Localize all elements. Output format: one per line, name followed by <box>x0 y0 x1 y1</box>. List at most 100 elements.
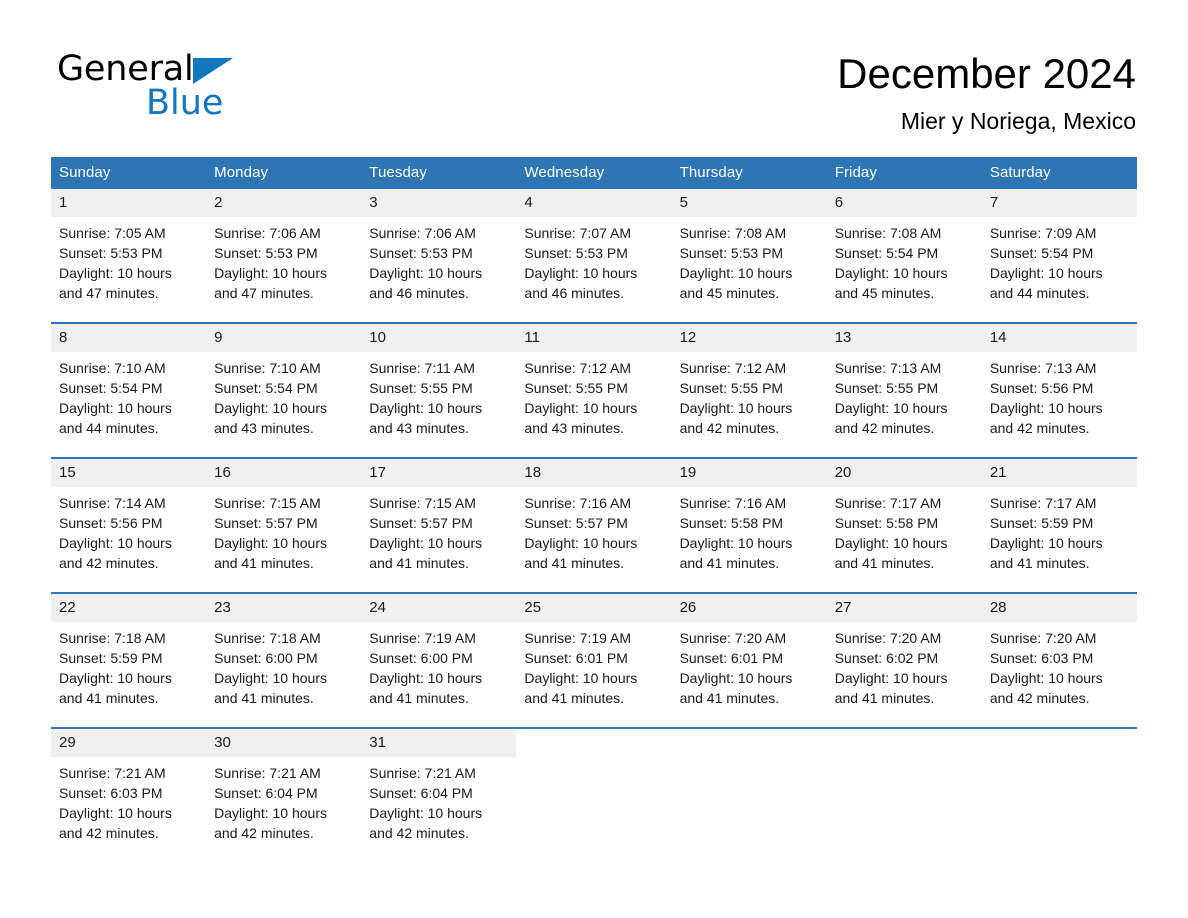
daylight-text-line1: Daylight: 10 hours <box>679 670 793 686</box>
sunrise-text: Sunrise: 7:13 AM <box>834 360 942 376</box>
day-info: Sunrise: 7:06 AM Sunset: 5:53 PM Daylight:… <box>361 217 516 303</box>
daylight-text-line1: Daylight: 10 hours <box>524 400 638 416</box>
calendar-day-cell[interactable]: 31 Sunrise: 7:21 AM Sunset: 6:04 PM Dayligh… <box>361 727 517 862</box>
day-number: 22 <box>51 594 207 622</box>
day-number: 19 <box>671 459 827 487</box>
daylight-text-line1: Daylight: 10 hours <box>834 670 948 686</box>
daylight-text-line2: and 46 minutes. <box>524 285 625 301</box>
daylight-text-line1: Daylight: 10 hours <box>369 805 483 821</box>
day-number: 31 <box>361 729 517 757</box>
daylight-text-line2: and 42 minutes. <box>834 420 935 436</box>
daylight-text-line2: and 44 minutes. <box>59 420 159 436</box>
daylight-text-line1: Daylight: 10 hours <box>214 670 327 686</box>
sunset-text: Sunset: 5:57 PM <box>524 515 628 531</box>
day-info: Sunrise: 7:18 AM Sunset: 6:00 PM Daylight:… <box>206 622 361 708</box>
calendar-day-cell[interactable]: 17 Sunrise: 7:15 AM Sunset: 5:57 PM Dayligh… <box>361 457 517 593</box>
sunrise-text: Sunrise: 7:21 AM <box>59 765 166 781</box>
day-number: 28 <box>981 594 1137 622</box>
daylight-text-line1: Daylight: 10 hours <box>989 400 1103 416</box>
calendar-day-cell[interactable]: 14 Sunrise: 7:13 AM Sunset: 5:56 PM Dayligh… <box>981 322 1137 458</box>
calendar-day-cell[interactable]: 9 Sunrise: 7:10 AM Sunset: 5:54 PM Daylight… <box>206 322 362 458</box>
calendar-day-cell[interactable]: 23 Sunrise: 7:18 AM Sunset: 6:00 PM Dayligh… <box>206 592 362 728</box>
weekday-header-tuesday: Tuesday <box>361 157 517 189</box>
daylight-text-line2: and 41 minutes. <box>59 690 159 706</box>
calendar-day-cell[interactable]: 30 Sunrise: 7:21 AM Sunset: 6:04 PM Dayligh… <box>206 727 362 862</box>
sunset-text: Sunset: 5:53 PM <box>59 245 163 261</box>
daylight-text-line2: and 41 minutes. <box>524 555 625 571</box>
calendar-day-cell[interactable]: 19 Sunrise: 7:16 AM Sunset: 5:58 PM Dayligh… <box>671 457 827 593</box>
sunrise-text: Sunrise: 7:17 AM <box>989 495 1097 511</box>
day-number <box>671 729 827 757</box>
calendar-day-cell[interactable]: 26 Sunrise: 7:20 AM Sunset: 6:01 PM Dayligh… <box>671 592 827 728</box>
title-block: December 2024 Mier y Noriega, Mexico <box>837 48 1136 136</box>
daylight-text-line2: and 42 minutes. <box>369 825 469 841</box>
day-info: Sunrise: 7:08 AM Sunset: 5:54 PM Daylight:… <box>827 217 982 303</box>
sunrise-text: Sunrise: 7:05 AM <box>59 225 166 241</box>
daylight-text-line2: and 41 minutes. <box>524 690 625 706</box>
sunset-text: Sunset: 5:54 PM <box>59 380 163 396</box>
day-info: Sunrise: 7:13 AM Sunset: 5:56 PM Daylight:… <box>982 352 1137 438</box>
calendar-day-cell[interactable]: 20 Sunrise: 7:17 AM Sunset: 5:58 PM Dayligh… <box>826 457 982 593</box>
calendar-day-cell[interactable]: 11 Sunrise: 7:12 AM Sunset: 5:55 PM Dayligh… <box>516 322 672 458</box>
day-number: 3 <box>361 189 517 217</box>
calendar-day-cell[interactable]: 1 Sunrise: 7:05 AM Sunset: 5:53 PM Daylight… <box>51 189 207 323</box>
calendar-day-cell[interactable]: 25 Sunrise: 7:19 AM Sunset: 6:01 PM Dayligh… <box>516 592 672 728</box>
logo-text-blue: Blue <box>146 83 224 123</box>
daylight-text-line1: Daylight: 10 hours <box>214 805 327 821</box>
calendar-day-cell[interactable]: 29 Sunrise: 7:21 AM Sunset: 6:03 PM Dayligh… <box>51 727 207 862</box>
calendar-day-cell[interactable]: 7 Sunrise: 7:09 AM Sunset: 5:54 PM Daylight… <box>981 189 1137 323</box>
sunset-text: Sunset: 6:03 PM <box>989 650 1094 666</box>
day-info: Sunrise: 7:08 AM Sunset: 5:53 PM Daylight:… <box>672 217 827 303</box>
day-number: 21 <box>981 459 1137 487</box>
sunset-text: Sunset: 5:59 PM <box>989 515 1094 531</box>
sunrise-text: Sunrise: 7:13 AM <box>989 360 1097 376</box>
day-info: Sunrise: 7:09 AM Sunset: 5:54 PM Daylight:… <box>982 217 1137 303</box>
calendar-day-cell[interactable]: 3 Sunrise: 7:06 AM Sunset: 5:53 PM Daylight… <box>361 189 517 323</box>
calendar-header-row: Sunday Monday Tuesday Wednesday Thursday… <box>51 157 1137 189</box>
sunrise-text: Sunrise: 7:16 AM <box>679 495 787 511</box>
day-info: Sunrise: 7:19 AM Sunset: 6:00 PM Daylight:… <box>361 622 516 708</box>
calendar-day-cell[interactable]: 10 Sunrise: 7:11 AM Sunset: 5:55 PM Dayligh… <box>361 322 517 458</box>
daylight-text-line2: and 43 minutes. <box>214 420 314 436</box>
day-number <box>826 729 982 757</box>
general-blue-logo[interactable]: General Blue <box>57 52 317 124</box>
daylight-text-line2: and 41 minutes. <box>679 690 780 706</box>
sunset-text: Sunset: 5:59 PM <box>59 650 163 666</box>
day-number: 30 <box>206 729 362 757</box>
daylight-text-line1: Daylight: 10 hours <box>989 535 1103 551</box>
calendar-day-cell[interactable]: 4 Sunrise: 7:07 AM Sunset: 5:53 PM Daylight… <box>516 189 672 323</box>
sunrise-text: Sunrise: 7:06 AM <box>214 225 321 241</box>
day-info: Sunrise: 7:13 AM Sunset: 5:55 PM Daylight:… <box>827 352 982 438</box>
day-info: Sunrise: 7:07 AM Sunset: 5:53 PM Daylight:… <box>516 217 671 303</box>
calendar-day-cell[interactable]: 22 Sunrise: 7:18 AM Sunset: 5:59 PM Dayligh… <box>51 592 207 728</box>
day-info: Sunrise: 7:19 AM Sunset: 6:01 PM Daylight:… <box>516 622 671 708</box>
sunrise-text: Sunrise: 7:08 AM <box>679 225 787 241</box>
day-number: 27 <box>826 594 982 622</box>
calendar-day-cell[interactable]: 12 Sunrise: 7:12 AM Sunset: 5:55 PM Dayligh… <box>671 322 827 458</box>
calendar-day-cell[interactable]: 28 Sunrise: 7:20 AM Sunset: 6:03 PM Dayligh… <box>981 592 1137 728</box>
sunset-text: Sunset: 5:55 PM <box>834 380 939 396</box>
location-subtitle: Mier y Noriega, Mexico <box>900 108 1136 134</box>
calendar-day-cell[interactable]: 6 Sunrise: 7:08 AM Sunset: 5:54 PM Daylight… <box>826 189 982 323</box>
day-number: 16 <box>206 459 362 487</box>
calendar-day-cell[interactable]: 15 Sunrise: 7:14 AM Sunset: 5:56 PM Dayligh… <box>51 457 207 593</box>
daylight-text-line1: Daylight: 10 hours <box>989 265 1103 281</box>
day-info: Sunrise: 7:12 AM Sunset: 5:55 PM Daylight:… <box>672 352 827 438</box>
calendar-day-cell[interactable]: 16 Sunrise: 7:15 AM Sunset: 5:57 PM Dayligh… <box>206 457 362 593</box>
calendar-day-cell[interactable]: 27 Sunrise: 7:20 AM Sunset: 6:02 PM Dayligh… <box>826 592 982 728</box>
daylight-text-line1: Daylight: 10 hours <box>59 265 172 281</box>
calendar-day-cell[interactable]: 8 Sunrise: 7:10 AM Sunset: 5:54 PM Daylight… <box>51 322 207 458</box>
daylight-text-line2: and 43 minutes. <box>524 420 625 436</box>
day-number: 24 <box>361 594 517 622</box>
calendar-day-cell[interactable]: 5 Sunrise: 7:08 AM Sunset: 5:53 PM Daylight… <box>671 189 827 323</box>
calendar-day-cell[interactable]: 21 Sunrise: 7:17 AM Sunset: 5:59 PM Dayligh… <box>981 457 1137 593</box>
calendar-day-cell[interactable]: 2 Sunrise: 7:06 AM Sunset: 5:53 PM Daylight… <box>206 189 362 323</box>
sunset-text: Sunset: 6:04 PM <box>369 785 473 801</box>
sunset-text: Sunset: 6:01 PM <box>524 650 628 666</box>
calendar-day-cell[interactable]: 13 Sunrise: 7:13 AM Sunset: 5:55 PM Dayligh… <box>826 322 982 458</box>
calendar-day-cell-empty <box>516 727 672 862</box>
day-number: 2 <box>206 189 362 217</box>
calendar-day-cell[interactable]: 18 Sunrise: 7:16 AM Sunset: 5:57 PM Dayligh… <box>516 457 672 593</box>
calendar-day-cell[interactable]: 24 Sunrise: 7:19 AM Sunset: 6:00 PM Dayligh… <box>361 592 517 728</box>
daylight-text-line1: Daylight: 10 hours <box>834 400 948 416</box>
